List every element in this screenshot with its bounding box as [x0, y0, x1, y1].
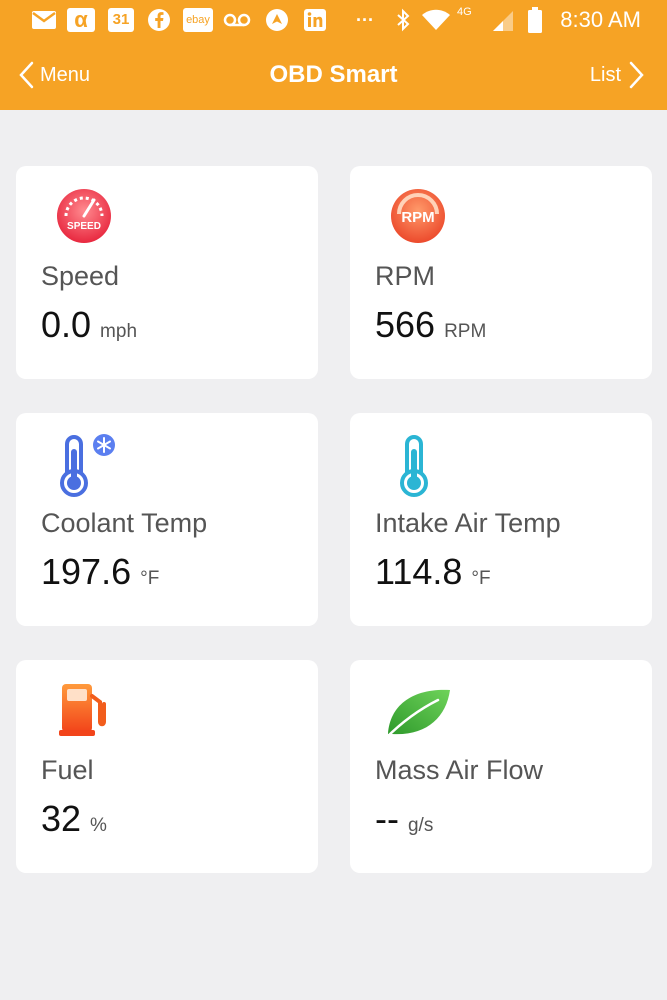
coolant-temp-value: 197.6: [41, 551, 132, 592]
fuel-unit: %: [90, 815, 107, 836]
rpm-card[interactable]: RPM RPM 566 RPM: [350, 166, 652, 379]
speedometer-icon: SPEED: [54, 184, 118, 254]
coolant-temp-card[interactable]: Coolant Temp 197.6 °F: [16, 413, 318, 626]
mass-air-flow-reading: -- g/s: [375, 798, 433, 840]
rpm-value: 566: [375, 304, 436, 345]
voicemail-icon: [222, 6, 252, 34]
coolant-temp-reading: 197.6 °F: [41, 551, 159, 593]
mass-air-flow-value: --: [375, 798, 399, 839]
speed-card[interactable]: SPEED Speed 0.0 mph: [16, 166, 318, 379]
alpha-icon: α: [67, 8, 95, 32]
rpm-reading: 566 RPM: [375, 304, 486, 346]
intake-air-temp-reading: 114.8 °F: [375, 551, 491, 593]
speed-label: Speed: [41, 261, 120, 291]
more-icon: ···: [356, 9, 374, 30]
chevron-right-icon: [629, 61, 645, 89]
fuel-pump-icon: [54, 678, 118, 748]
facebook-icon: [146, 6, 172, 34]
rpm-unit: RPM: [444, 321, 487, 342]
app-header: α 31 ebay ··· 4G 8:30 AM Menu OBD Smart …: [0, 0, 667, 110]
intake-thermometer-icon: [388, 431, 452, 501]
nav-bar: Menu OBD Smart List: [0, 40, 667, 110]
wifi-icon: [420, 6, 452, 34]
speed-reading: 0.0 mph: [41, 304, 137, 346]
coolant-thermometer-icon: [54, 431, 118, 501]
svg-text:RPM: RPM: [401, 209, 434, 226]
status-time: 8:30 AM: [560, 7, 641, 32]
svg-text:SPEED: SPEED: [67, 221, 101, 232]
navigation-icon: [264, 6, 290, 34]
rpm-label: RPM: [375, 261, 435, 291]
intake-air-temp-value: 114.8: [375, 551, 463, 592]
bluetooth-icon: [393, 6, 413, 34]
ebay-icon: ebay: [183, 8, 213, 32]
leaf-icon: [382, 678, 450, 748]
mass-air-flow-label: Mass Air Flow: [375, 755, 544, 785]
battery-icon: [527, 6, 543, 34]
speed-unit: mph: [100, 321, 138, 342]
coolant-temp-label: Coolant Temp: [41, 508, 208, 538]
mass-air-flow-card[interactable]: Mass Air Flow -- g/s: [350, 660, 652, 873]
fuel-reading: 32 %: [41, 798, 107, 840]
linkedin-icon: [302, 6, 328, 34]
coolant-temp-unit: °F: [140, 568, 160, 589]
speed-value: 0.0: [41, 304, 92, 345]
intake-air-temp-unit: °F: [471, 568, 491, 589]
mail-icon: [30, 6, 58, 34]
rpm-gauge-icon: RPM: [388, 184, 452, 254]
list-button[interactable]: List: [590, 58, 645, 92]
fuel-label: Fuel: [41, 755, 94, 785]
status-bar: α 31 ebay ··· 4G 8:30 AM: [0, 0, 667, 40]
intake-air-temp-card[interactable]: Intake Air Temp 114.8 °F: [350, 413, 652, 626]
intake-air-temp-label: Intake Air Temp: [375, 508, 561, 538]
calendar-icon: 31: [108, 8, 134, 32]
fuel-value: 32: [41, 798, 82, 839]
mass-air-flow-unit: g/s: [407, 815, 434, 836]
list-label: List: [589, 63, 621, 86]
fuel-card[interactable]: Fuel 32 %: [16, 660, 318, 873]
cellular-signal-icon: 4G: [455, 6, 517, 34]
page-title: OBD Smart: [269, 61, 398, 88]
